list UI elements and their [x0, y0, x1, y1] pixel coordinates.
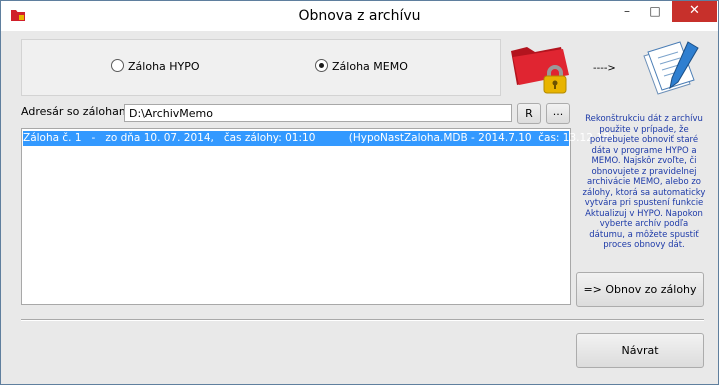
restore-button[interactable]: => Obnov zo zálohy — [576, 272, 704, 307]
title-bar: Obnova z archívu – □ ✕ — [1, 1, 718, 31]
arrow-label: ----> — [593, 63, 616, 74]
locked-folder-icon — [511, 47, 569, 94]
backup-path-input[interactable]: D:\ArchivMemo — [124, 104, 512, 122]
radio-circle — [111, 59, 124, 72]
documents-pen-icon — [643, 41, 699, 95]
list-item-selected[interactable]: Záloha č. 1 - zo dňa 10. 07. 2014, čas z… — [23, 131, 614, 146]
info-text: Rekonštrukciu dát z archívu použite v pr… — [582, 114, 706, 250]
backup-list[interactable]: Záloha č. 1 - zo dňa 10. 07. 2014, čas z… — [21, 128, 614, 305]
radio-label-hypo: Záloha HYPO — [128, 60, 200, 73]
address-label: Adresár so zálohami — [21, 105, 133, 118]
radio-zaloha-hypo[interactable]: Záloha HYPO — [111, 59, 200, 75]
backup-type-panel — [21, 39, 501, 96]
browse-button[interactable]: ... — [546, 103, 570, 124]
maximize-button[interactable]: □ — [642, 1, 668, 22]
separator — [21, 319, 704, 321]
window-title: Obnova z archívu — [298, 8, 421, 24]
radio-zaloha-memo[interactable]: Záloha MEMO — [315, 59, 408, 75]
restore-dialog: Obnova z archívu – □ ✕ Záloha HYPO Záloh… — [0, 0, 719, 385]
radio-label-memo: Záloha MEMO — [332, 60, 408, 73]
minimize-button[interactable]: – — [614, 1, 640, 22]
close-button[interactable]: ✕ — [672, 1, 717, 22]
r-button[interactable]: R — [517, 103, 541, 124]
back-button[interactable]: Návrat — [576, 333, 704, 368]
radio-circle-checked — [315, 59, 328, 72]
